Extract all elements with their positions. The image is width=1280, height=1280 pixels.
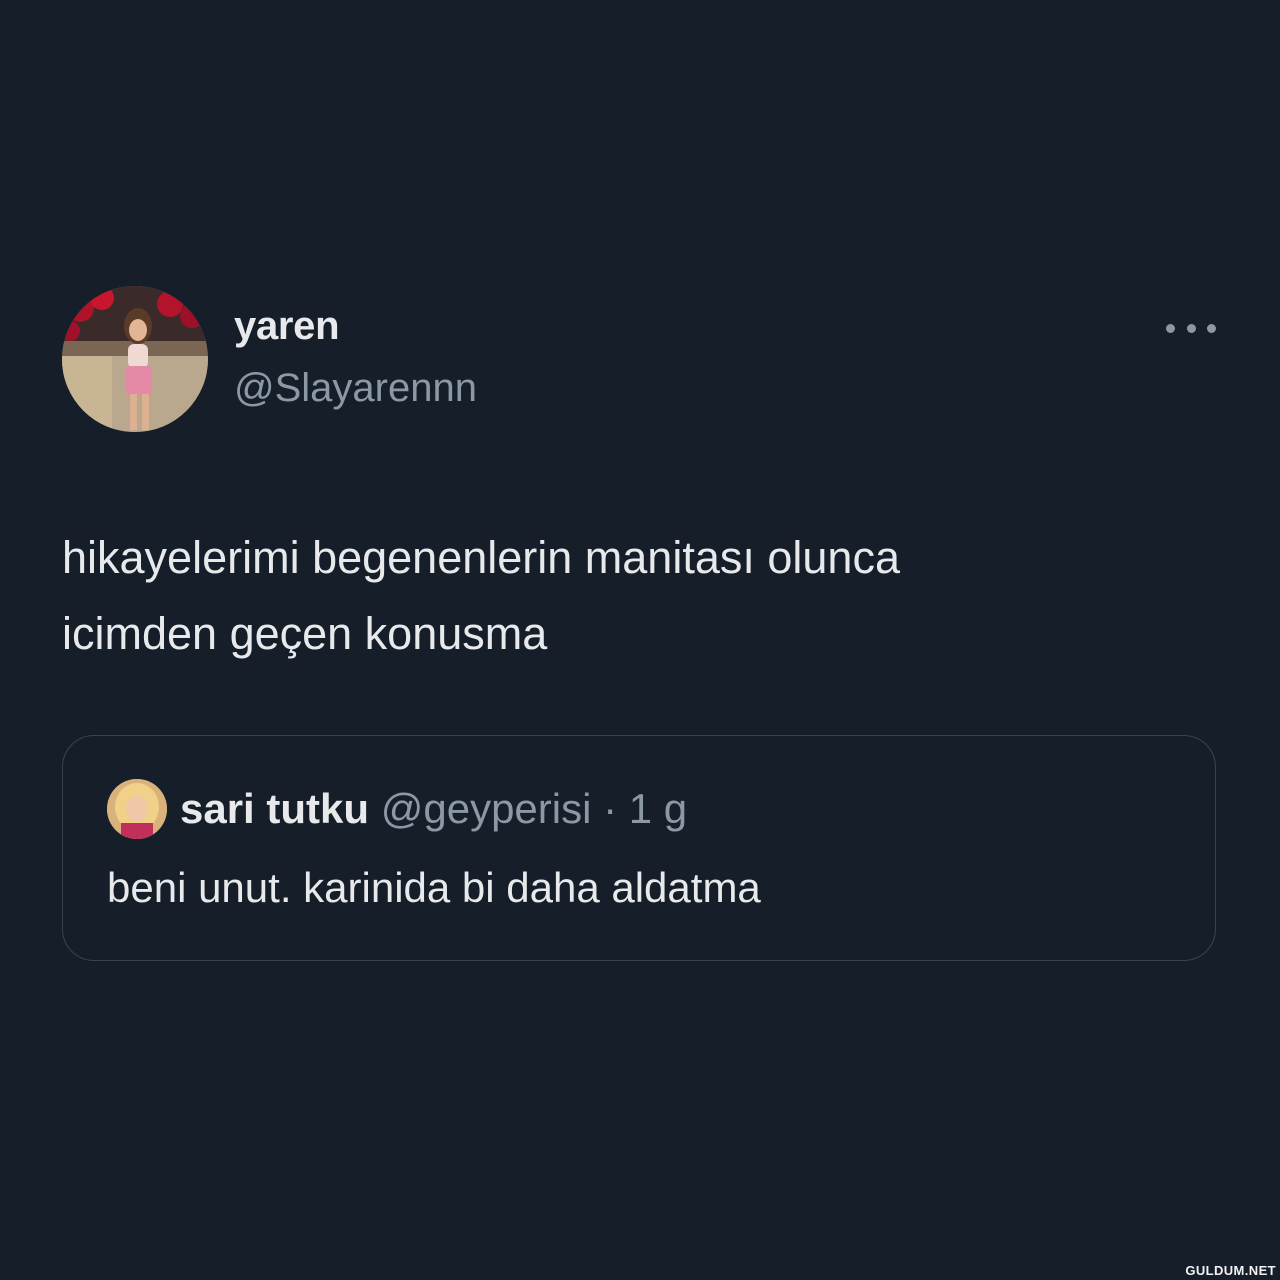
tweet-text: hikayelerimi begenenlerin manitası olunc… [62, 520, 1222, 672]
tweet-text-line: icimden geçen konusma [62, 608, 548, 659]
author-avatar[interactable] [62, 286, 208, 432]
tweet-text-line: hikayelerimi begenenlerin manitası olunc… [62, 532, 900, 583]
quoted-author-handle[interactable]: @geyperisi [381, 785, 592, 832]
more-dot [1207, 323, 1216, 333]
author-avatar-image [62, 286, 208, 432]
quoted-author-display-name[interactable]: sari tutku [180, 785, 369, 832]
tweet-header: yaren @Slayarennn [62, 286, 1222, 436]
quoted-tweet-card[interactable]: sari tutku @geyperisi · 1 g beni unut. k… [62, 735, 1216, 961]
more-dot [1186, 323, 1196, 333]
quoted-tweet-text: beni unut. karinida bi daha aldatma [107, 864, 761, 911]
meta-separator: · [603, 785, 618, 832]
quoted-author-avatar[interactable] [107, 779, 167, 839]
more-dot [1166, 323, 1175, 333]
author-handle[interactable]: @Slayarennn [234, 366, 477, 411]
quoted-tweet-meta: sari tutku @geyperisi · 1 g [180, 784, 687, 834]
watermark: GULDUM.NET [1185, 1263, 1276, 1278]
quoted-tweet-timestamp[interactable]: 1 g [629, 785, 687, 832]
author-display-name[interactable]: yaren [234, 304, 340, 349]
more-horizontal-icon[interactable] [1166, 316, 1216, 340]
quoted-author-avatar-image [107, 779, 167, 839]
